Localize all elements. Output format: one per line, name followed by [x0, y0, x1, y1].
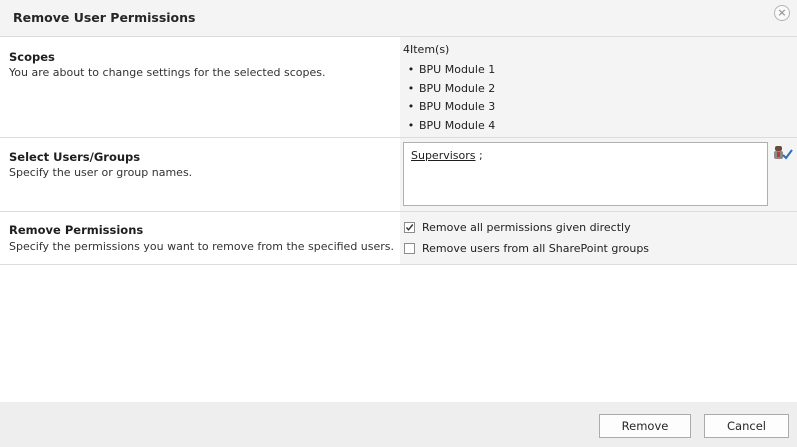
users-description: Specify the user or group names.: [9, 166, 193, 179]
permissions-title: Remove Permissions: [9, 223, 144, 237]
permissions-section: Remove Permissions Specify the permissio…: [0, 212, 797, 265]
dialog-footer: Remove Cancel: [0, 402, 797, 447]
dialog-title: Remove User Permissions: [13, 10, 196, 25]
remove-from-groups-checkbox[interactable]: [404, 242, 415, 254]
remove-direct-permissions-option[interactable]: Remove all permissions given directly: [404, 219, 631, 235]
bullet-icon: •: [407, 100, 415, 113]
users-title: Select Users/Groups: [9, 150, 141, 164]
cancel-button[interactable]: Cancel: [704, 414, 789, 438]
people-picker-entry: Supervisors ;: [411, 149, 483, 162]
scopes-label-panel: Scopes You are about to change settings …: [0, 37, 400, 137]
check-names-icon[interactable]: [773, 145, 793, 161]
dialog-titlebar: Remove User Permissions ×: [0, 0, 797, 37]
scope-list-item: • BPU Module 3: [403, 98, 495, 117]
resolved-user-link[interactable]: Supervisors: [411, 149, 476, 162]
users-value-panel: Supervisors ;: [400, 138, 797, 211]
scopes-description: You are about to change settings for the…: [9, 66, 326, 79]
bullet-icon: •: [407, 118, 415, 132]
remove-from-groups-label: Remove users from all SharePoint groups: [422, 241, 650, 255]
scope-count: 4Item(s): [403, 43, 450, 56]
bullet-icon: •: [407, 81, 415, 95]
close-icon[interactable]: ×: [774, 5, 790, 21]
scopes-value-panel: 4Item(s) • BPU Module 1 • BPU Module 2 • BP…: [400, 37, 797, 137]
people-picker-input[interactable]: Supervisors ;: [403, 142, 768, 206]
bullet-icon: •: [407, 63, 415, 76]
scope-list-item: • BPU Module 2: [403, 80, 495, 99]
scope-list-item: • BPU Module 4: [403, 117, 495, 136]
scopes-section: Scopes You are about to change settings …: [0, 37, 797, 138]
scope-list-item: • BPU Module 1: [403, 61, 495, 80]
checkmark-icon: [405, 223, 414, 231]
users-section: Select Users/Groups Specify the user or …: [0, 138, 797, 212]
remove-direct-permissions-label: Remove all permissions given directly: [422, 220, 631, 234]
remove-from-groups-option[interactable]: Remove users from all SharePoint groups: [404, 240, 649, 256]
permissions-description: Specify the permissions you want to remo…: [9, 240, 395, 253]
permissions-value-panel: Remove all permissions given directly Re…: [400, 212, 797, 264]
permissions-label-panel: Remove Permissions Specify the permissio…: [0, 212, 400, 264]
remove-direct-permissions-checkbox[interactable]: [404, 221, 415, 233]
scopes-title: Scopes: [9, 50, 55, 64]
scope-list: • BPU Module 1 • BPU Module 2 • BPU Module …: [403, 61, 495, 135]
entry-separator: ;: [479, 149, 483, 162]
users-label-panel: Select Users/Groups Specify the user or …: [0, 138, 400, 211]
remove-button[interactable]: Remove: [599, 414, 691, 438]
